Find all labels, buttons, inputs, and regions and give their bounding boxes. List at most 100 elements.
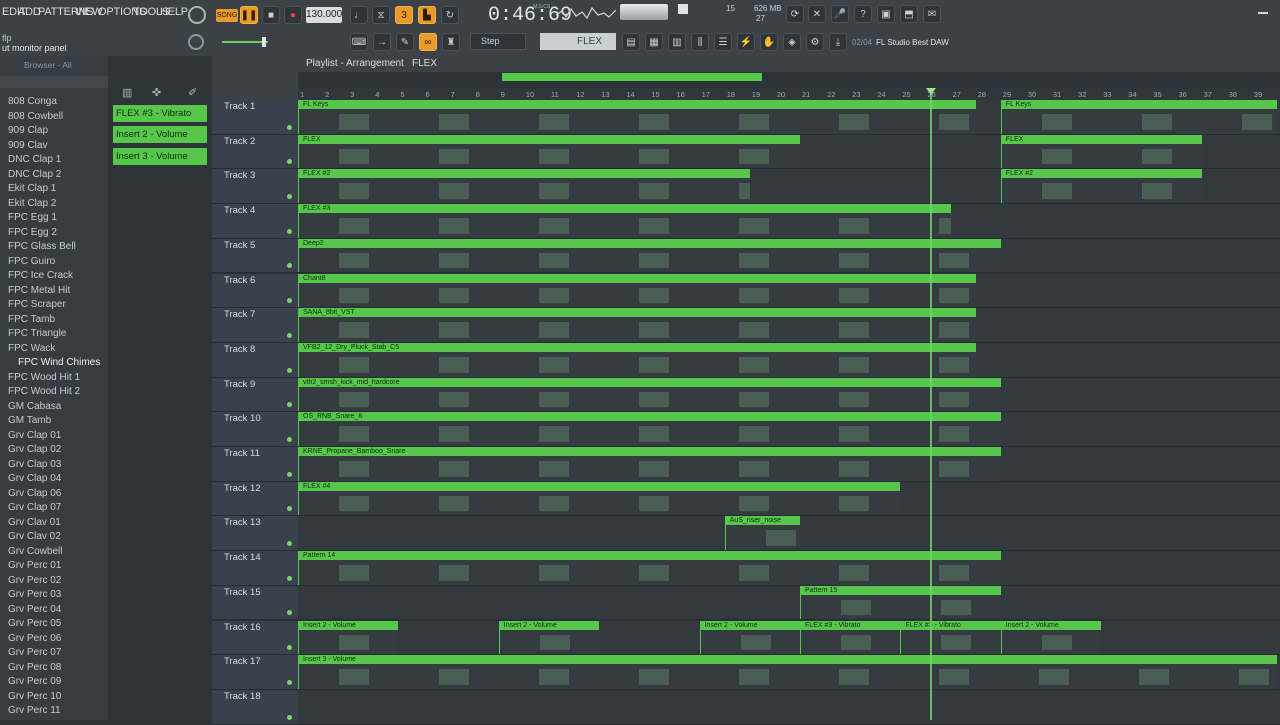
browser-item[interactable]: Grv Perc 09 <box>8 676 61 687</box>
song-mode-toggle[interactable]: SONG <box>216 9 238 22</box>
track-mute-led[interactable] <box>287 332 292 338</box>
browser-item[interactable]: Grv Perc 02 <box>8 575 61 586</box>
refresh-button[interactable]: ⟳ <box>786 5 804 23</box>
browser-item[interactable]: FPC Egg 2 <box>8 227 57 238</box>
pattern-clip[interactable]: Deep2 <box>298 238 1001 273</box>
plugin-button[interactable]: ⚡ <box>737 33 755 51</box>
track-header[interactable]: Track 17 <box>212 655 298 690</box>
track-mute-led[interactable] <box>287 367 292 373</box>
browser-item[interactable]: FPC Guiro <box>8 256 55 267</box>
pattern-clip[interactable]: FLEX <box>298 134 800 169</box>
pattern-clip[interactable]: FL Keys <box>298 100 976 134</box>
browser-item[interactable]: Grv Cowbell <box>8 546 62 557</box>
pattern-clip[interactable]: Insert 3 - Volume <box>298 655 1277 689</box>
pitch-knob[interactable] <box>188 34 204 50</box>
browser-item[interactable]: Grv Perc 11 <box>8 705 61 716</box>
pattern-clip[interactable]: FLEX #4 <box>298 481 901 516</box>
track-mute-led[interactable] <box>287 714 292 720</box>
track-lane[interactable]: Chant8 <box>298 273 1280 309</box>
browser-item[interactable]: Grv Perc 04 <box>8 604 61 615</box>
render-button[interactable]: ⬒ <box>900 5 918 23</box>
browser-item[interactable]: FPC Scraper <box>8 299 66 310</box>
track-header[interactable]: Track 2 <box>212 134 298 170</box>
chat-button[interactable]: ✉ <box>923 5 941 23</box>
browser-item[interactable]: Grv Clap 03 <box>8 459 61 470</box>
track-lane[interactable]: AuS_riser_noise <box>298 516 1280 552</box>
track-mute-led[interactable] <box>287 298 292 304</box>
track-header[interactable]: Track 10 <box>212 412 298 447</box>
save-button[interactable]: ▣ <box>877 5 895 23</box>
playlist-button[interactable]: ▤ <box>622 33 640 51</box>
track-lane[interactable]: VFB2_12_Dry_Pluck_Stab_C5 <box>298 342 1280 378</box>
play-button[interactable]: ❚❚ <box>240 6 258 24</box>
track-mute-led[interactable] <box>287 402 292 408</box>
pattern-clip[interactable]: Pattern 15 <box>800 585 1001 620</box>
browser-item[interactable]: 909 Clap <box>8 125 48 136</box>
track-lane[interactable]: Pattern 15 <box>298 585 1280 621</box>
pattern-clip[interactable]: FLEX #2 <box>1000 169 1202 204</box>
pattern-clip[interactable]: SANA_8bit_VST <box>298 308 976 342</box>
browser-item[interactable]: FPC Wind Chimes <box>18 357 100 368</box>
browser-item[interactable]: FPC Wood Hit 1 <box>8 372 80 383</box>
track-lane[interactable] <box>298 689 1280 725</box>
track-lane[interactable]: Deep2 <box>298 238 1280 274</box>
step-edit-button[interactable]: ▙ <box>418 6 436 24</box>
clip-source-item[interactable]: Insert 3 - Volume <box>113 148 207 165</box>
tools-button[interactable]: ⚙ <box>806 33 824 51</box>
browser-item[interactable]: Grv Perc 03 <box>8 589 61 600</box>
track-header[interactable]: Track 14 <box>212 551 298 586</box>
pattern-clip[interactable]: FLEX #3 - Vibrato <box>900 620 1001 655</box>
clip-add-icon[interactable]: ✜ <box>152 86 161 99</box>
clip-panel-icon[interactable]: ▥ <box>122 86 132 99</box>
timeline-ruler[interactable]: 1 2 3 4 5 6 7 8 9 10 11 12 13 14 15 16 17 18 19 20 21 22 23 24 2… <box>298 88 1280 100</box>
browser-item[interactable]: FPC Wood Hit 2 <box>8 386 80 397</box>
pattern-clip[interactable]: Insert 2 - Volume <box>699 620 800 655</box>
next-button[interactable]: → <box>373 33 391 51</box>
track-lane[interactable]: SANA_8bit_VST <box>298 308 1280 343</box>
touch-button[interactable]: ✋ <box>760 33 778 51</box>
volume-slider-handle[interactable] <box>262 37 266 47</box>
track-mute-led[interactable] <box>287 645 292 651</box>
record-button[interactable]: ● <box>284 6 302 24</box>
browser-item[interactable]: FPC Egg 1 <box>8 212 57 223</box>
wait-button[interactable]: ⧖ <box>372 6 390 24</box>
browser-item[interactable]: Grv Clav 01 <box>8 517 61 528</box>
track-mute-led[interactable] <box>287 124 292 130</box>
pattern-clip[interactable]: FLEX #2 <box>298 169 750 204</box>
browser-item[interactable]: FPC Glass Bell <box>8 241 76 252</box>
pattern-clip[interactable]: FLEX #3 <box>298 204 951 238</box>
browser-item[interactable]: Grv Perc 07 <box>8 647 61 658</box>
browser-item[interactable]: Grv Perc 10 <box>8 691 61 702</box>
download-button[interactable]: ⤓ <box>829 33 847 51</box>
browser-button[interactable]: ☰ <box>714 33 732 51</box>
track-lane[interactable]: FLEX #4 <box>298 481 1280 517</box>
track-header[interactable]: Track 18 <box>212 689 298 725</box>
track-header[interactable]: Track 4 <box>212 204 298 239</box>
playhead-marker[interactable] <box>926 88 936 95</box>
track-mute-led[interactable] <box>287 541 292 547</box>
track-mute-led[interactable] <box>287 194 292 200</box>
track-header[interactable]: Track 6 <box>212 273 298 309</box>
pattern-clip[interactable]: VFB2_12_Dry_Pluck_Stab_C5 <box>298 342 976 377</box>
track-lane[interactable]: Insert 3 - Volume <box>298 655 1280 690</box>
pattern-clip[interactable]: OS_RNB_Snare_8 <box>298 412 1001 446</box>
track-mute-led[interactable] <box>287 506 292 512</box>
mic-button[interactable]: 🎤 <box>831 5 849 23</box>
browser-item[interactable]: Grv Perc 01 <box>8 560 61 571</box>
browser-item[interactable]: Ekit Clap 2 <box>8 198 56 209</box>
browser-item[interactable]: Grv Perc 05 <box>8 618 61 629</box>
browser-item[interactable]: Grv Clap 01 <box>8 430 61 441</box>
track-lane[interactable]: FLEX FLEX <box>298 134 1280 170</box>
track-header[interactable]: Track 13 <box>212 516 298 552</box>
browser-item[interactable]: Grv Clap 02 <box>8 444 61 455</box>
pattern-selector[interactable]: FLEX <box>540 33 616 50</box>
track-lane[interactable]: FL Keys FL Keys <box>298 100 1280 135</box>
pattern-clip[interactable]: Insert 2 - Volume <box>498 620 600 655</box>
clip-source-item[interactable]: FLEX #3 - Vibrato <box>113 105 207 122</box>
pattern-clip[interactable]: Insert 2 - Volume <box>298 620 399 655</box>
browser-item[interactable]: GM Cabasa <box>8 401 61 412</box>
track-mute-led[interactable] <box>287 263 292 269</box>
pattern-clip[interactable]: FL Keys <box>1000 100 1277 134</box>
browser-item[interactable]: 909 Clav <box>8 140 47 151</box>
browser-item[interactable]: Grv Clap 04 <box>8 473 61 484</box>
